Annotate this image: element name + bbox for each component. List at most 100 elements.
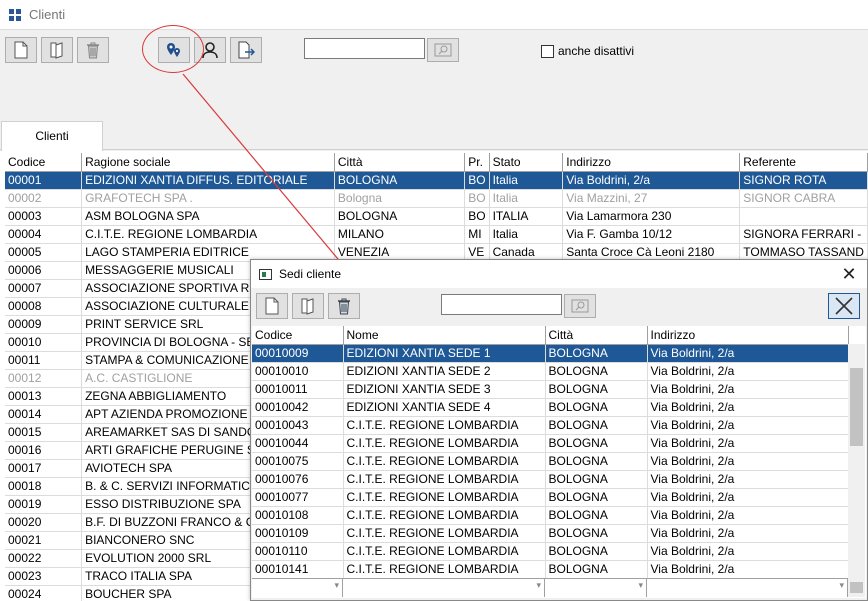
cell-stato: Italia <box>489 225 564 244</box>
edit-button[interactable] <box>41 37 73 63</box>
cell-indirizzo: Via Boldrini, 2/a <box>647 362 849 381</box>
table-row[interactable]: 00010109 C.I.T.E. REGIONE LOMBARDIA BOLOGN… <box>252 524 849 543</box>
column-header[interactable]: Referente <box>739 153 868 172</box>
vertical-scrollbar[interactable] <box>848 344 865 578</box>
table-row[interactable]: 00010108 C.I.T.E. REGIONE LOMBARDIA BOLOGN… <box>252 506 849 525</box>
table-row[interactable]: 00010044 C.I.T.E. REGIONE LOMBARDIA BOLOGN… <box>252 434 849 453</box>
scroll-corner <box>848 578 865 597</box>
table-row[interactable]: 00001 EDIZIONI XANTIA DIFFUS. EDITORIALE B… <box>5 171 868 190</box>
exit-x-icon <box>835 297 853 315</box>
dialog-delete-button[interactable] <box>328 293 360 319</box>
title-bar: Clienti <box>0 0 868 30</box>
cell-nome: C.I.T.E. REGIONE LOMBARDIA <box>343 560 546 579</box>
table-row[interactable]: 00004 C.I.T.E. REGIONE LOMBARDIA MILANO MI I… <box>5 225 868 244</box>
filter-indirizzo[interactable] <box>647 579 848 597</box>
cell-codice: 00013 <box>5 387 83 406</box>
cell-indirizzo: Via Boldrini, 2/a <box>647 470 849 489</box>
column-header[interactable]: Città <box>334 153 466 172</box>
delete-button[interactable] <box>77 37 109 63</box>
cell-indirizzo: Via Boldrini, 2/a <box>647 452 849 471</box>
cell-codice: 00010109 <box>252 524 344 543</box>
column-header[interactable]: Nome <box>343 326 546 345</box>
trash-icon <box>87 42 99 59</box>
cell-codice: 00010011 <box>252 380 344 399</box>
column-header[interactable]: Indirizzo <box>647 326 849 345</box>
new-button[interactable] <box>5 37 37 63</box>
dialog-search-input[interactable] <box>441 294 562 315</box>
cell-codice: 00012 <box>5 369 83 388</box>
cell-referente: SIGNORA FERRARI - <box>739 225 868 244</box>
column-header[interactable]: Codice <box>252 326 344 345</box>
cell-codice: 00018 <box>5 477 83 496</box>
table-row[interactable]: 00010009 EDIZIONI XANTIA SEDE 1 BOLOGNA Via… <box>252 344 849 363</box>
cell-citta: BOLOGNA <box>545 560 648 579</box>
column-header[interactable]: Codice <box>5 153 83 172</box>
table-row[interactable]: 00010077 C.I.T.E. REGIONE LOMBARDIA BOLOGN… <box>252 488 849 507</box>
cell-codice: 00019 <box>5 495 83 514</box>
cell-indirizzo: Via Boldrini, 2/a <box>647 398 849 417</box>
scrollbar-thumb[interactable] <box>850 368 863 446</box>
dialog-exit-button[interactable] <box>828 293 860 319</box>
cell-nome: C.I.T.E. REGIONE LOMBARDIA <box>343 488 546 507</box>
cell-citta: MILANO <box>334 225 466 244</box>
window-title: Clienti <box>29 7 66 22</box>
dialog-edit-button[interactable] <box>292 293 324 319</box>
trash-icon <box>338 298 350 315</box>
filter-citta[interactable] <box>545 579 647 597</box>
cell-indirizzo: Via Boldrini, 2/a <box>562 171 741 190</box>
cell-codice: 00006 <box>5 261 83 280</box>
column-header[interactable]: Indirizzo <box>562 153 741 172</box>
cell-codice: 00010010 <box>252 362 344 381</box>
cell-citta: BOLOGNA <box>545 344 648 363</box>
search-icon <box>571 299 589 313</box>
cell-nome: C.I.T.E. REGIONE LOMBARDIA <box>343 416 546 435</box>
table-row[interactable]: 00010011 EDIZIONI XANTIA SEDE 3 BOLOGNA Via… <box>252 380 849 399</box>
cell-citta: BOLOGNA <box>545 398 648 417</box>
column-header[interactable]: Stato <box>489 153 564 172</box>
cell-nome: C.I.T.E. REGIONE LOMBARDIA <box>343 506 546 525</box>
cell-citta: BOLOGNA <box>545 362 648 381</box>
table-row[interactable]: 00010141 C.I.T.E. REGIONE LOMBARDIA BOLOGN… <box>252 560 849 579</box>
cell-codice: 00010141 <box>252 560 344 579</box>
search-input[interactable] <box>304 38 425 59</box>
close-icon[interactable]: ✕ <box>839 264 859 284</box>
dialog-title-bar: Sedi cliente ✕ <box>251 260 867 288</box>
cell-nome: C.I.T.E. REGIONE LOMBARDIA <box>343 542 546 561</box>
show-inactive-checkbox[interactable] <box>541 44 554 58</box>
cell-indirizzo: Via Boldrini, 2/a <box>647 560 849 579</box>
table-row[interactable]: 00003 ASM BOLOGNA SPA BOLOGNA BO ITALIA Via L… <box>5 207 868 226</box>
new-document-icon <box>265 297 279 315</box>
cell-citta: BOLOGNA <box>334 171 466 190</box>
column-header[interactable]: Città <box>545 326 648 345</box>
search-button[interactable] <box>427 38 459 62</box>
column-header[interactable]: Ragione sociale <box>81 153 335 172</box>
table-header-row: Codice Ragione sociale Città Pr. Stato Indiri… <box>5 153 868 172</box>
cell-codice: 00015 <box>5 423 83 442</box>
cell-citta: BOLOGNA <box>334 207 466 226</box>
open-book-icon <box>301 298 314 315</box>
show-inactive-toggle[interactable]: anche disattivi <box>541 44 634 58</box>
table-row[interactable]: 00010075 C.I.T.E. REGIONE LOMBARDIA BOLOGN… <box>252 452 849 471</box>
cell-codice: 00010075 <box>252 452 344 471</box>
table-row[interactable]: 00010043 C.I.T.E. REGIONE LOMBARDIA BOLOGN… <box>252 416 849 435</box>
cell-codice: 00010009 <box>252 344 344 363</box>
tab-clienti[interactable]: Clienti <box>1 121 103 151</box>
cell-ragione: ASM BOLOGNA SPA <box>81 207 335 226</box>
column-header[interactable]: Pr. <box>464 153 490 172</box>
table-row[interactable]: 00010042 EDIZIONI XANTIA SEDE 4 BOLOGNA Via… <box>252 398 849 417</box>
cell-codice: 00023 <box>5 567 83 586</box>
dialog-new-button[interactable] <box>256 293 288 319</box>
export-button[interactable] <box>230 37 262 63</box>
cell-codice: 00010077 <box>252 488 344 507</box>
table-row[interactable]: 00010010 EDIZIONI XANTIA SEDE 2 BOLOGNA Via… <box>252 362 849 381</box>
filter-codice[interactable] <box>252 579 343 597</box>
table-row[interactable]: 00002 GRAFOTECH SPA . Bologna BO Italia Via M… <box>5 189 868 208</box>
filter-nome[interactable] <box>343 579 545 597</box>
cell-ragione: C.I.T.E. REGIONE LOMBARDIA <box>81 225 335 244</box>
cell-codice: 00010 <box>5 333 83 352</box>
cell-nome: EDIZIONI XANTIA SEDE 1 <box>343 344 546 363</box>
dialog-search-button[interactable] <box>564 294 596 318</box>
table-row[interactable]: 00010110 C.I.T.E. REGIONE LOMBARDIA BOLOGN… <box>252 542 849 561</box>
table-row[interactable]: 00010076 C.I.T.E. REGIONE LOMBARDIA BOLOGN… <box>252 470 849 489</box>
cell-ragione: EDIZIONI XANTIA DIFFUS. EDITORIALE <box>81 171 335 190</box>
